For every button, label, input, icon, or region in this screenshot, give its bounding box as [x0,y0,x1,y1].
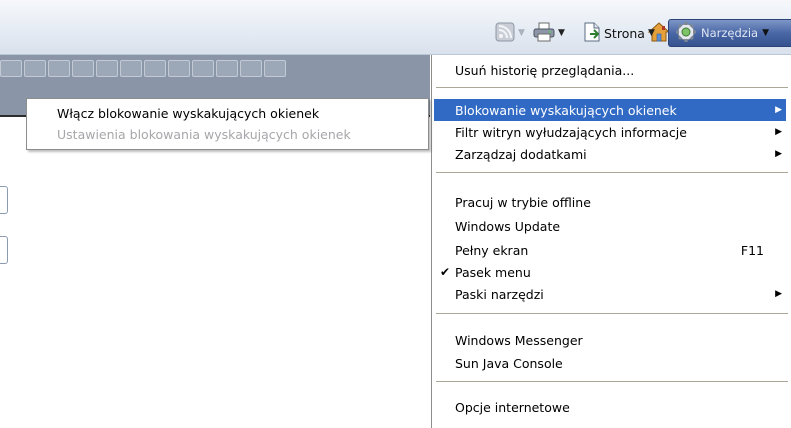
submenu-arrow-icon: ▶ [775,289,782,299]
menu-item-label: Usuń historię przeglądania... [455,62,635,78]
menu-separator [436,313,788,314]
page-menu-label: Strona [604,25,645,41]
menu-item-internet-options[interactable]: Opcje internetowe [434,396,786,418]
form-field-edge [0,236,8,264]
menu-item-label: Windows Update [455,218,561,234]
menu-item-windows-update[interactable]: Windows Update [434,215,786,237]
submenu-item-enable-popup-blocker[interactable]: Włącz blokowanie wyskakujących okienek [57,103,319,123]
tools-menu-button[interactable]: Narzędzia ▼ [668,19,791,47]
page-icon [583,22,601,45]
form-field-edge [0,186,8,214]
menu-item-label: Zarządzaj dodatkami [455,146,587,162]
menu-separator [436,172,788,173]
menu-item-label: Pełny ekran [455,242,529,258]
menu-item-full-screen[interactable]: Pełny ekran F11 [434,239,786,261]
menu-item-work-offline[interactable]: Pracuj w trybie offline [434,191,786,213]
menu-item-label: Filtr witryn wyłudzających informacje [455,124,687,140]
tools-dropdown-menu: Usuń historię przeglądania... Blokowanie… [431,55,791,428]
tools-menu-label: Narzędzia [701,26,759,40]
menu-item-label: Pracuj w trybie offline [455,194,591,210]
menu-item-phishing-filter[interactable]: Filtr witryn wyłudzających informacje ▶ [434,121,786,143]
menu-item-label: Pasek menu [455,264,531,280]
submenu-item-label: Włącz blokowanie wyskakujących okienek [57,105,320,121]
menu-item-label: Sun Java Console [455,355,563,371]
page-menu-button[interactable]: Strona ▼ [583,21,655,45]
checkmark-icon: ✔ [440,265,451,279]
menu-item-delete-history[interactable]: Usuń historię przeglądania... [434,59,786,81]
menu-item-popup-blocker[interactable]: Blokowanie wyskakujących okienek ▶ [434,99,786,121]
chevron-down-icon[interactable]: ▼ [558,28,565,38]
submenu-item-popup-blocker-settings: Ustawienia blokowania wyskakujących okie… [57,124,351,144]
menu-item-label: Paski narzędzi [455,286,544,302]
menu-item-toolbars[interactable]: Paski narzędzi ▶ [434,283,786,305]
menu-separator [436,381,788,382]
menu-item-windows-messenger[interactable]: Windows Messenger [434,329,786,351]
feeds-icon [495,22,515,45]
rss-feeds-button[interactable]: ▼ [495,21,525,45]
menu-item-java-console[interactable]: Sun Java Console [434,352,786,374]
menu-separator [436,87,788,88]
print-icon [533,22,555,45]
chevron-down-icon: ▼ [762,28,769,38]
gear-icon [675,21,697,46]
submenu-item-label: Ustawienia blokowania wyskakujących okie… [57,126,351,142]
popup-blocker-submenu: Włącz blokowanie wyskakujących okienek U… [26,98,429,150]
chevron-down-icon: ▼ [647,28,655,38]
submenu-arrow-icon: ▶ [775,149,782,159]
submenu-arrow-icon: ▶ [775,127,782,137]
menu-item-label: Windows Messenger [455,332,583,348]
chevron-down-icon: ▼ [518,28,525,38]
header-boxes [0,60,288,78]
menu-item-label: Opcje internetowe [455,399,570,415]
menu-item-shortcut: F11 [740,242,764,258]
menu-item-label: Blokowanie wyskakujących okienek [455,102,677,118]
submenu-arrow-icon: ▶ [775,105,782,115]
menu-item-menu-bar[interactable]: ✔ Pasek menu [434,261,786,283]
print-button[interactable]: ▼ [533,21,565,45]
menu-item-manage-addons[interactable]: Zarządzaj dodatkami ▶ [434,143,786,165]
